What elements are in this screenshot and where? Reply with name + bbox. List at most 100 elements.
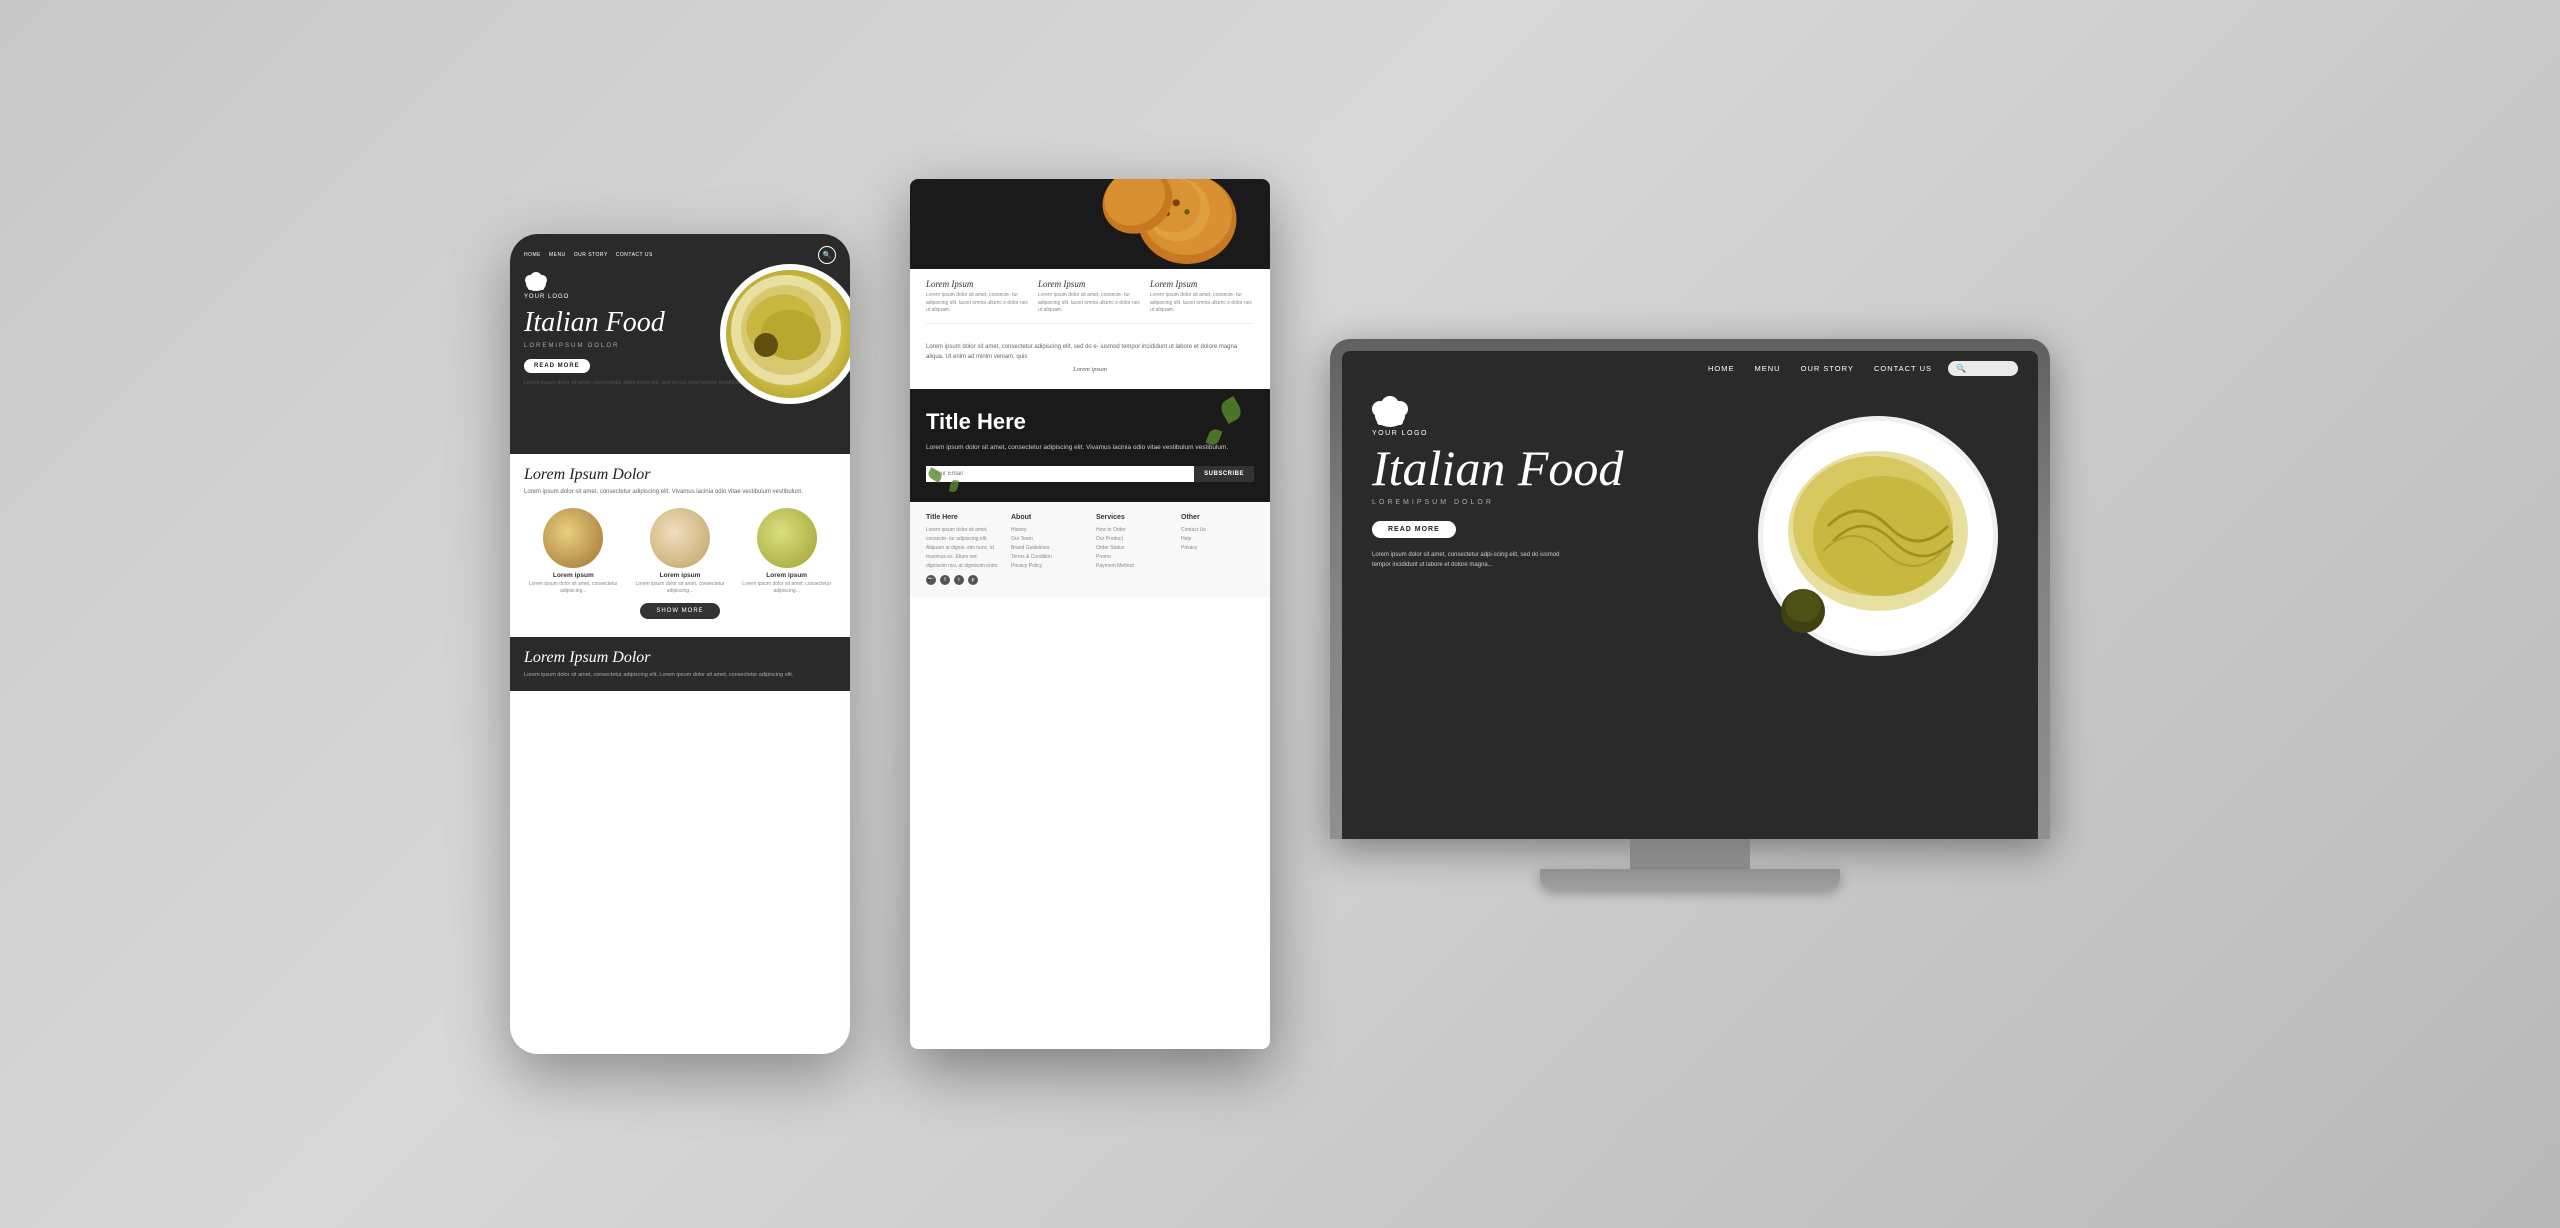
monitor-wrapper: HOME MENU OUR STORY CONTACT US 🔍 — [1330, 339, 2050, 889]
tablet-subscribe-row: SUBSCRIBE — [926, 466, 1254, 482]
mobile-nav-home[interactable]: HOME — [524, 252, 541, 258]
mobile-food-item-2: Lorem ipsum Lorem ipsum dolor sit amet, … — [631, 508, 730, 595]
tablet-divider — [926, 323, 1254, 324]
tablet-subscribe-button[interactable]: SUBSCRIBE — [1194, 466, 1254, 482]
footer-social-icons: 📷 f t p — [926, 575, 999, 585]
food-desc-3: Lorem ipsum dolor sit amet, consectetur … — [737, 581, 836, 595]
tablet-card-title-3: Lorem Ipsum — [1150, 279, 1254, 289]
monitor-nav-home[interactable]: HOME — [1708, 364, 1735, 373]
monitor-hero-left: YOUR LOGO Italian Food LOREMIPSUM DOLOR … — [1372, 396, 1748, 681]
tablet-card-1: Lorem Ipsum Lorem ipsum dolor sit amet, … — [926, 279, 1030, 315]
tablet-cta-title: Title Here — [926, 409, 1254, 435]
tablet-dark-cta: Title Here Lorem ipsum dolor sit amet, c… — [910, 389, 1270, 502]
tablet-top-hero — [910, 179, 1270, 269]
monitor-pasta-image — [1748, 396, 2008, 676]
mobile-food-items: Lorem ipsum Lorem ipsum dolor sit amet, … — [524, 508, 836, 595]
mobile-hero: HOME MENU OUR STORY CONTACT US 🔍 — [510, 234, 850, 454]
mobile-food-item-1: Lorem ipsum Lorem ipsum dolor sit amet, … — [524, 508, 623, 595]
show-more-button[interactable]: SHOW MORE — [640, 603, 720, 619]
food-image-2 — [650, 508, 710, 568]
monitor-read-more-button[interactable]: READ MORE — [1372, 521, 1456, 538]
mobile-mockup: HOME MENU OUR STORY CONTACT US 🔍 — [510, 234, 850, 1054]
mobile-section-text: Lorem ipsum dolor sit amet, consectetur … — [524, 488, 836, 498]
food-image-1 — [543, 508, 603, 568]
twitter-icon[interactable]: t — [954, 575, 964, 585]
mobile-nav-links: HOME MENU OUR STORY CONTACT US — [524, 252, 653, 258]
food-title-3: Lorem ipsum — [766, 572, 807, 579]
tablet-card-title-2: Lorem Ipsum — [1038, 279, 1142, 289]
footer-col3-items: How to OrderOur ProductOrder StatusPromo… — [1096, 526, 1169, 571]
monitor-logo-area: YOUR LOGO — [1372, 396, 1748, 437]
footer-col1-title: Title Here — [926, 514, 999, 521]
tablet-lorem-link[interactable]: Lorem ipsum — [926, 366, 1254, 373]
main-scene: HOME MENU OUR STORY CONTACT US 🔍 — [0, 0, 2560, 1228]
monitor-stand-neck — [1630, 839, 1750, 869]
tablet-card-2: Lorem Ipsum Lorem ipsum dolor sit amet, … — [1038, 279, 1142, 315]
chef-hat-icon — [524, 272, 548, 292]
footer-col2-items: HistoryOur TeamBrand GuidelinesTerms & C… — [1011, 526, 1084, 571]
monitor-hero-content: YOUR LOGO Italian Food LOREMIPSUM DOLOR … — [1342, 386, 2038, 691]
mobile-pasta-image — [720, 264, 850, 404]
tablet-paragraph: Lorem ipsum dolor sit amet, consectetur … — [926, 342, 1254, 362]
footer-col-1: Title Here Lorem ipsum dolor sit amet, c… — [926, 514, 999, 585]
search-icon: 🔍 — [823, 251, 832, 259]
mobile-section-title: Lorem Ipsum Dolor — [524, 466, 836, 484]
monitor-nav-menu[interactable]: MENU — [1755, 364, 1781, 373]
mobile-read-more-button[interactable]: READ MORE — [524, 359, 590, 373]
monitor-search-box[interactable]: 🔍 — [1948, 361, 2018, 376]
tablet-card-text-3: Lorem ipsum dolor sit amet, consecte- tu… — [1150, 292, 1254, 315]
tablet-card-3: Lorem Ipsum Lorem ipsum dolor sit amet, … — [1150, 279, 1254, 315]
monitor-chef-hat-icon — [1372, 396, 1408, 428]
tablet-footer: Title Here Lorem ipsum dolor sit amet, c… — [910, 502, 1270, 597]
tablet-email-input[interactable] — [926, 466, 1194, 482]
tablet-cards-row: Lorem Ipsum Lorem ipsum dolor sit amet, … — [926, 279, 1254, 315]
food-desc-1: Lorem ipsum dolor sit amet, consectetur … — [524, 581, 623, 595]
mobile-nav-story[interactable]: OUR STORY — [574, 252, 608, 258]
footer-col-4: Other Contact UsHelpPrivacy — [1181, 514, 1254, 585]
monitor-nav-contact[interactable]: CONTACT US — [1874, 364, 1932, 373]
monitor-logo-text: YOUR LOGO — [1372, 430, 1428, 437]
tablet-paragraph-section: Lorem ipsum dolor sit amet, consectetur … — [910, 342, 1270, 389]
monitor-search-icon: 🔍 — [1956, 364, 1966, 373]
footer-col-3: Services How to OrderOur ProductOrder St… — [1096, 514, 1169, 585]
monitor-hero-subtitle: LOREMIPSUM DOLOR — [1372, 499, 1748, 506]
mobile-footer-title: Lorem Ipsum Dolor — [524, 649, 836, 667]
monitor-nav: HOME MENU OUR STORY CONTACT US 🔍 — [1342, 351, 2038, 386]
pinterest-icon[interactable]: p — [968, 575, 978, 585]
mobile-logo-text: YOUR LOGO — [524, 294, 569, 300]
tablet-card-title-1: Lorem Ipsum — [926, 279, 1030, 289]
leaf-decor-4 — [949, 479, 959, 492]
monitor-stand-base — [1540, 869, 1840, 889]
footer-col-2: About HistoryOur TeamBrand GuidelinesTer… — [1011, 514, 1084, 585]
mobile-nav: HOME MENU OUR STORY CONTACT US 🔍 — [510, 234, 850, 264]
monitor-screen: HOME MENU OUR STORY CONTACT US 🔍 — [1342, 351, 2038, 839]
tablet-cta-text: Lorem ipsum dolor sit amet, consectetur … — [926, 443, 1254, 453]
food-image-3 — [757, 508, 817, 568]
footer-col4-title: Other — [1181, 514, 1254, 521]
mobile-white-section: Lorem Ipsum Dolor Lorem ipsum dolor sit … — [510, 454, 850, 637]
footer-col4-items: Contact UsHelpPrivacy — [1181, 526, 1254, 553]
food-desc-2: Lorem ipsum dolor sit amet, consectetur … — [631, 581, 730, 595]
monitor-body-text: Lorem ipsum dolor sit amet, consectetur … — [1372, 550, 1572, 570]
footer-col2-title: About — [1011, 514, 1084, 521]
mobile-nav-contact[interactable]: CONTACT US — [616, 252, 653, 258]
instagram-icon[interactable]: 📷 — [926, 575, 936, 585]
facebook-icon[interactable]: f — [940, 575, 950, 585]
monitor-pasta-area — [1748, 396, 2008, 681]
tablet-card-text-1: Lorem ipsum dolor sit amet, consecte- tu… — [926, 292, 1030, 315]
monitor-frame: HOME MENU OUR STORY CONTACT US 🔍 — [1330, 339, 2050, 839]
footer-col3-title: Services — [1096, 514, 1169, 521]
tablet-cards-section: Lorem Ipsum Lorem ipsum dolor sit amet, … — [910, 269, 1270, 342]
tablet-card-text-2: Lorem ipsum dolor sit amet, consecte- tu… — [1038, 292, 1142, 315]
footer-col1-text: Lorem ipsum dolor sit amet, consecte- tu… — [926, 526, 999, 571]
food-title-2: Lorem ipsum — [660, 572, 701, 579]
monitor-hero-title: Italian Food — [1372, 443, 1748, 493]
food-title-1: Lorem ipsum — [553, 572, 594, 579]
tablet-mockup: Lorem Ipsum Lorem ipsum dolor sit amet, … — [910, 179, 1270, 1049]
monitor-nav-story[interactable]: OUR STORY — [1801, 364, 1854, 373]
mobile-dark-footer: Lorem Ipsum Dolor Lorem ipsum dolor sit … — [510, 637, 850, 691]
mobile-search-button[interactable]: 🔍 — [818, 246, 836, 264]
pizza-image — [1070, 179, 1250, 269]
mobile-food-item-3: Lorem ipsum Lorem ipsum dolor sit amet, … — [737, 508, 836, 595]
mobile-nav-menu[interactable]: MENU — [549, 252, 566, 258]
